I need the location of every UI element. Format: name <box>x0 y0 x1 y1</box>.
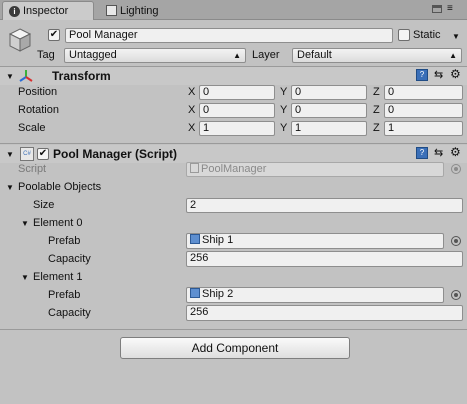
x-axis-label[interactable]: X <box>188 103 198 118</box>
gear-icon[interactable]: ⚙ <box>450 145 461 159</box>
poolable-objects-label[interactable]: Poolable Objects <box>18 180 101 195</box>
scale-y-field[interactable]: 1 <box>291 121 367 136</box>
tab-inspector-label: Inspector <box>23 5 69 17</box>
help-icon[interactable]: ? <box>416 69 428 81</box>
script-field: PoolManager <box>186 162 444 177</box>
tab-menu-icon[interactable]: ≡ <box>447 3 453 15</box>
dropdown-arrow-icon: ▲ <box>233 51 241 60</box>
position-z-field[interactable]: 0 <box>384 85 463 100</box>
cs-script-icon: C# <box>20 147 34 161</box>
tab-lighting[interactable]: Lighting <box>100 1 170 20</box>
prefab-value: Ship 1 <box>202 234 234 246</box>
y-axis-label[interactable]: Y <box>280 121 290 136</box>
lock-icon[interactable] <box>432 5 442 13</box>
z-axis-label[interactable]: Z <box>373 121 383 136</box>
object-picker-icon <box>451 164 461 174</box>
prefab-field[interactable]: Ship 1 <box>186 233 444 249</box>
prefab-field[interactable]: Ship 2 <box>186 287 444 303</box>
x-axis-label[interactable]: X <box>188 121 198 136</box>
transform-axes-icon <box>18 68 34 84</box>
script-file-icon <box>190 163 199 173</box>
element-1-foldout-icon[interactable]: ▼ <box>20 270 30 285</box>
position-x-field[interactable]: 0 <box>199 85 275 100</box>
tab-inspector[interactable]: i Inspector <box>2 1 94 20</box>
script-value: PoolManager <box>201 163 267 175</box>
position-y-field[interactable]: 0 <box>291 85 367 100</box>
z-axis-label[interactable]: Z <box>373 85 383 100</box>
y-axis-label[interactable]: Y <box>280 103 290 118</box>
lighting-icon <box>106 5 117 16</box>
layer-dropdown[interactable]: Default ▲ <box>292 48 462 63</box>
preset-icon[interactable]: ⇆ <box>434 68 443 81</box>
position-label: Position <box>18 86 58 98</box>
preset-icon[interactable]: ⇆ <box>434 146 443 159</box>
script-label: Script <box>18 163 47 175</box>
x-axis-label[interactable]: X <box>188 85 198 100</box>
dropdown-arrow-icon: ▲ <box>449 51 457 60</box>
capacity-field[interactable]: 256 <box>186 251 463 267</box>
gameobject-name-field[interactable]: Pool Manager <box>65 28 393 43</box>
layer-label: Layer <box>252 49 280 61</box>
active-checkbox[interactable]: ✔ <box>48 29 60 41</box>
capacity-label: Capacity <box>48 253 91 265</box>
y-axis-label[interactable]: Y <box>280 85 290 100</box>
script-enabled-checkbox[interactable]: ✔ <box>37 148 49 160</box>
prefab-cube-icon <box>190 234 200 244</box>
rotation-label: Rotation <box>18 104 59 116</box>
add-component-button[interactable]: Add Component <box>120 337 350 359</box>
separator <box>0 143 467 144</box>
scale-label: Scale <box>18 122 46 134</box>
object-picker-icon[interactable] <box>451 236 461 246</box>
script-foldout-icon[interactable]: ▼ <box>5 147 15 162</box>
prefab-label: Prefab <box>48 235 81 247</box>
static-label: Static <box>413 29 441 41</box>
rotation-y-field[interactable]: 0 <box>291 103 367 118</box>
layer-value: Default <box>297 49 332 61</box>
capacity-label: Capacity <box>48 307 91 319</box>
capacity-field[interactable]: 256 <box>186 305 463 321</box>
static-dropdown-arrow-icon[interactable]: ▼ <box>452 32 460 41</box>
tag-label: Tag <box>37 49 55 61</box>
element-1-label[interactable]: Element 1 <box>33 270 83 285</box>
element-0-label[interactable]: Element 0 <box>33 216 83 231</box>
object-picker-icon[interactable] <box>451 290 461 300</box>
rotation-x-field[interactable]: 0 <box>199 103 275 118</box>
rotation-z-field[interactable]: 0 <box>384 103 463 118</box>
help-icon[interactable]: ? <box>416 147 428 159</box>
tag-value: Untagged <box>69 49 117 61</box>
scale-z-field[interactable]: 1 <box>384 121 463 136</box>
prefab-cube-icon <box>190 288 200 298</box>
transform-title: Transform <box>52 69 111 83</box>
gear-icon[interactable]: ⚙ <box>450 67 461 81</box>
poolable-foldout-icon[interactable]: ▼ <box>5 180 15 195</box>
gameobject-cube-icon <box>8 27 32 53</box>
separator <box>0 329 467 330</box>
prefab-label: Prefab <box>48 289 81 301</box>
size-label: Size <box>33 199 55 211</box>
info-icon: i <box>9 5 20 17</box>
static-checkbox[interactable] <box>398 29 410 41</box>
tab-lighting-label: Lighting <box>120 4 159 17</box>
element-0-foldout-icon[interactable]: ▼ <box>20 216 30 231</box>
script-component-title: Pool Manager (Script) <box>53 147 178 161</box>
prefab-value: Ship 2 <box>202 288 234 300</box>
transform-foldout-icon[interactable]: ▼ <box>5 69 15 84</box>
z-axis-label[interactable]: Z <box>373 103 383 118</box>
scale-x-field[interactable]: 1 <box>199 121 275 136</box>
size-field[interactable]: 2 <box>186 198 463 213</box>
tag-dropdown[interactable]: Untagged ▲ <box>64 48 246 63</box>
